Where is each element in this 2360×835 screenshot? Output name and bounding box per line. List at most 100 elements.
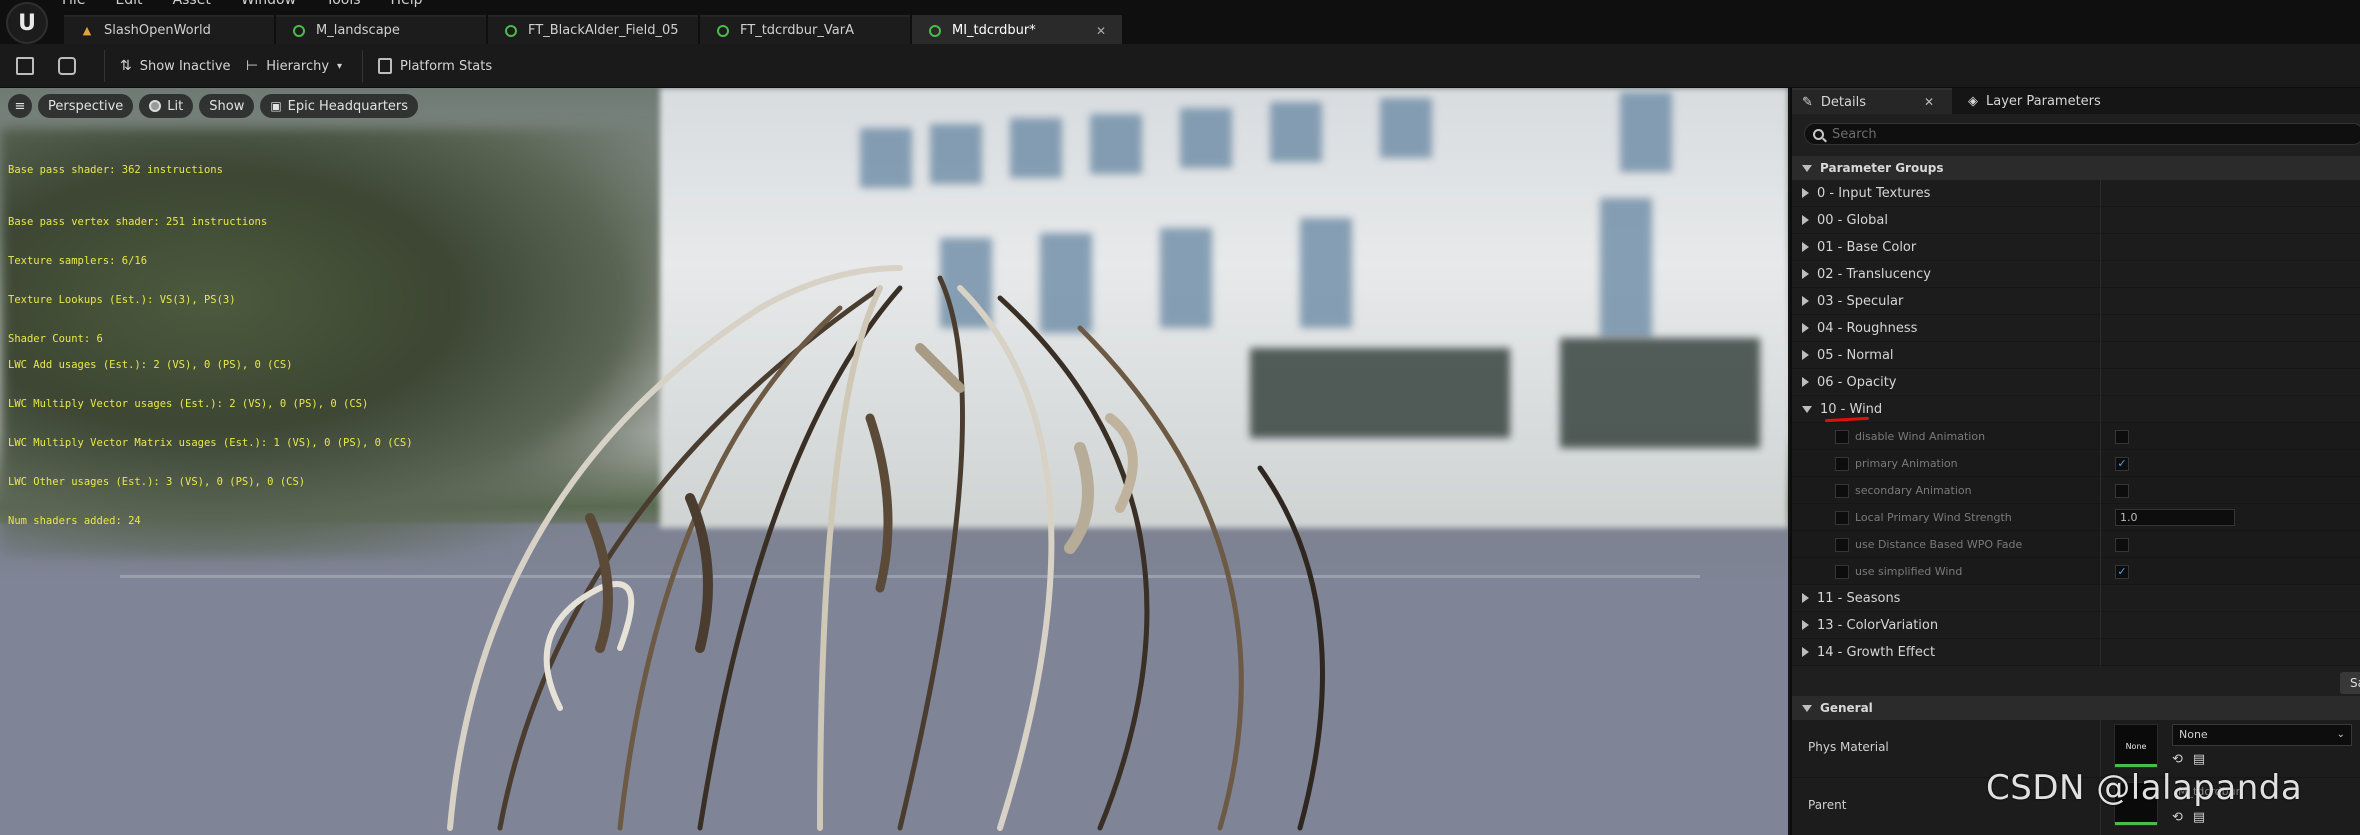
menu-help[interactable]: Help: [389, 0, 425, 8]
hamburger-icon: ≡: [14, 98, 26, 114]
value-checkbox[interactable]: [2115, 484, 2129, 498]
dropdown-value: None: [2179, 728, 2208, 741]
save-button[interactable]: [16, 52, 34, 80]
group-wind[interactable]: 10 - Wind: [1792, 396, 2360, 423]
lit-button[interactable]: Lit: [139, 94, 194, 118]
value-checkbox[interactable]: [2115, 538, 2129, 552]
reset-arrow-icon[interactable]: ⟲: [2172, 752, 2183, 767]
tab-slash-open-world[interactable]: ▲ SlashOpenWorld: [64, 15, 274, 44]
param-use-simplified-wind: use simplified Wind ✓: [1792, 558, 2360, 585]
expand-arrow-icon: [1802, 215, 1809, 225]
menu-tools[interactable]: Tools: [324, 0, 363, 8]
tab-mi-tdcrdbur[interactable]: MI_tdcrdbur* ✕: [912, 15, 1122, 44]
hierarchy-button[interactable]: ⊢ Hierarchy ▾: [246, 52, 342, 80]
expand-arrow-icon: [1802, 647, 1809, 657]
group-growth-effect[interactable]: 14 - Growth Effect: [1792, 639, 2360, 666]
tab-details-label: Details: [1820, 94, 1866, 110]
stat-line: LWC Multiply Vector usages (Est.): 2 (VS…: [8, 398, 369, 410]
group-input-textures[interactable]: 0 - Input Textures: [1792, 180, 2360, 207]
override-checkbox[interactable]: [1835, 430, 1849, 444]
column-divider: [2100, 261, 2101, 288]
column-divider: [2100, 585, 2101, 612]
parameter-groups-header[interactable]: Parameter Groups: [1792, 156, 2360, 180]
browse-asset-icon[interactable]: ▤: [2193, 752, 2205, 767]
show-inactive-icon: ⇅: [120, 58, 132, 74]
menu-asset[interactable]: Asset: [171, 0, 213, 8]
param-label: primary Animation: [1855, 457, 1958, 470]
override-checkbox[interactable]: [1835, 565, 1849, 579]
group-label: 05 - Normal: [1817, 347, 1894, 363]
perspective-label: Perspective: [48, 98, 124, 114]
browse-asset-icon[interactable]: ▤: [2193, 810, 2205, 825]
tab-ft-blackalder-field[interactable]: FT_BlackAlder_Field_05: [488, 15, 698, 44]
platform-stats-button[interactable]: Platform Stats: [378, 52, 492, 80]
reset-arrow-icon[interactable]: ⟲: [2172, 810, 2183, 825]
show-label: Show: [209, 98, 245, 114]
group-roughness[interactable]: 04 - Roughness: [1792, 315, 2360, 342]
value-checkbox-checked[interactable]: ✓: [2115, 457, 2129, 471]
collapse-arrow-icon: [1802, 164, 1812, 172]
expand-arrow-icon: [1802, 593, 1809, 603]
unreal-logo-icon[interactable]: U: [6, 2, 48, 44]
tab-m-landscape[interactable]: M_landscape: [276, 15, 486, 44]
tab-layer-parameters[interactable]: ◈ Layer Parameters: [1958, 88, 2118, 114]
perspective-button[interactable]: Perspective: [38, 94, 134, 118]
group-label: 03 - Specular: [1817, 293, 1904, 309]
menu-edit[interactable]: Edit: [113, 0, 144, 8]
group-seasons[interactable]: 11 - Seasons: [1792, 585, 2360, 612]
group-normal[interactable]: 05 - Normal: [1792, 342, 2360, 369]
column-divider: [2100, 612, 2101, 639]
value-checkbox[interactable]: [2115, 430, 2129, 444]
phys-material-dropdown[interactable]: None ⌄: [2172, 724, 2352, 746]
column-divider: [2100, 207, 2101, 234]
tab-label: FT_tdcrdbur_VarA: [740, 23, 854, 38]
column-divider: [2100, 639, 2101, 666]
param-local-primary-wind-strength: Local Primary Wind Strength 1.0: [1792, 504, 2360, 531]
phys-material-thumbnail[interactable]: None: [2114, 724, 2158, 768]
stat-line: Base pass vertex shader: 251 instruction…: [8, 216, 268, 228]
group-color-variation[interactable]: 13 - ColorVariation: [1792, 612, 2360, 639]
layers-icon: ◈: [1968, 93, 1978, 109]
tab-details[interactable]: ✎ Details ✕: [1792, 88, 1952, 114]
value-checkbox-checked[interactable]: ✓: [2115, 565, 2129, 579]
group-global[interactable]: 00 - Global: [1792, 207, 2360, 234]
lit-label: Lit: [167, 98, 184, 114]
general-header[interactable]: General: [1792, 696, 2360, 720]
column-divider: [2100, 180, 2101, 207]
save-sibling-button[interactable]: Sav: [2340, 672, 2360, 694]
tab-ft-tdcrdbur-vara[interactable]: FT_tdcrdbur_VarA: [700, 15, 910, 44]
override-checkbox[interactable]: [1835, 457, 1849, 471]
panel-tab-bar: ✎ Details ✕ ◈ Layer Parameters: [1792, 88, 2360, 114]
preview-scene-button[interactable]: ▣ Epic Headquarters: [260, 94, 419, 118]
menu-file[interactable]: File: [60, 0, 87, 8]
override-checkbox[interactable]: [1835, 511, 1849, 525]
group-opacity[interactable]: 06 - Opacity: [1792, 369, 2360, 396]
override-checkbox[interactable]: [1835, 484, 1849, 498]
param-primary-animation: primary Animation ✓: [1792, 450, 2360, 477]
close-tab-icon[interactable]: ✕: [1096, 24, 1106, 38]
group-specular[interactable]: 03 - Specular: [1792, 288, 2360, 315]
group-translucency[interactable]: 02 - Translucency: [1792, 261, 2360, 288]
chevron-down-icon: ▾: [337, 60, 343, 72]
save-icon: [16, 57, 34, 75]
browse-button[interactable]: [58, 52, 76, 80]
param-use-distance-based-wpo-fade: use Distance Based WPO Fade: [1792, 531, 2360, 558]
param-label: Local Primary Wind Strength: [1855, 511, 2012, 524]
group-base-color[interactable]: 01 - Base Color: [1792, 234, 2360, 261]
section-title: Parameter Groups: [1820, 161, 1944, 175]
close-icon[interactable]: ✕: [1924, 95, 1934, 109]
main-menu: File Edit Asset Window Tools Help: [60, 0, 424, 8]
search-icon: [1813, 128, 1824, 140]
menu-window[interactable]: Window: [239, 0, 298, 8]
search-input[interactable]: Search: [1804, 123, 2360, 145]
show-button[interactable]: Show: [199, 94, 255, 118]
wind-strength-field[interactable]: 1.0: [2115, 509, 2235, 526]
override-checkbox[interactable]: [1835, 538, 1849, 552]
expand-arrow-icon: [1802, 242, 1809, 252]
viewport-menu-button[interactable]: ≡: [8, 94, 32, 118]
group-label: 14 - Growth Effect: [1817, 644, 1936, 660]
show-inactive-button[interactable]: ⇅ Show Inactive: [120, 52, 231, 80]
param-label: use Distance Based WPO Fade: [1855, 538, 2023, 551]
preview-viewport[interactable]: ≡ Perspective Lit Show ▣ Epic Headquarte…: [0, 88, 1788, 835]
column-divider: [2100, 423, 2101, 450]
